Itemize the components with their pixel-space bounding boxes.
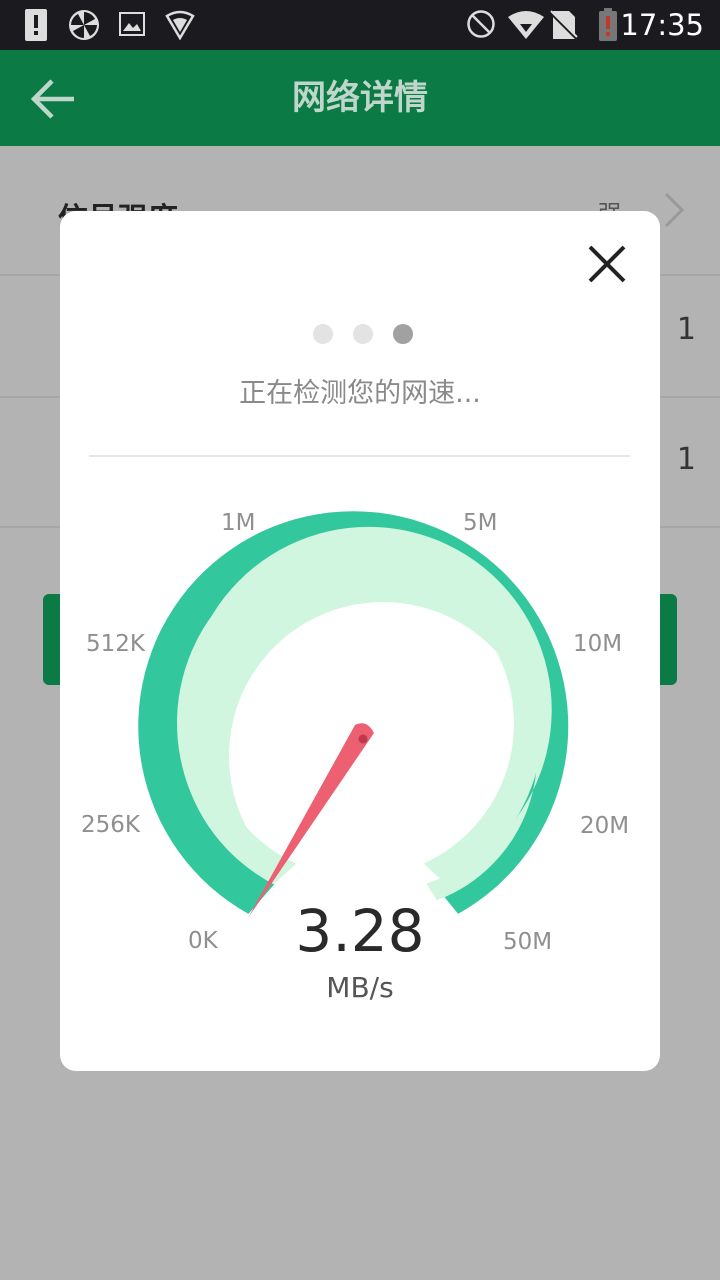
no-sim-icon — [549, 10, 579, 41]
status-bar: 17:35 — [0, 0, 720, 50]
wifi-icon — [508, 11, 544, 39]
gauge-label-10m: 10M — [573, 631, 622, 657]
speed-unit: MB/s — [326, 971, 394, 1004]
gauge-label-1m: 1M — [221, 510, 255, 536]
alert-icon — [25, 9, 47, 41]
gauge-label-256k: 256K — [81, 812, 141, 838]
do-not-disturb-icon — [467, 10, 495, 38]
row-value: 1 — [676, 442, 696, 477]
row-value: 1 — [676, 312, 696, 347]
speed-test-dialog: 正在检测您的网速... 0K 256K 512K 1M 5M 10M 20M 5… — [60, 211, 660, 1071]
gauge-needle — [248, 723, 374, 918]
page-title: 网络详情 — [292, 78, 428, 118]
image-icon — [119, 12, 145, 36]
status-time: 17:35 — [620, 8, 704, 42]
shield-wifi-icon — [165, 10, 195, 40]
back-arrow-icon[interactable] — [28, 76, 78, 122]
gauge-label-5m: 5M — [463, 510, 497, 536]
pinwheel-icon — [69, 10, 99, 40]
gauge-label-512k: 512K — [86, 631, 146, 657]
app-bar: 网络详情 — [0, 50, 720, 146]
battery-low-icon — [599, 8, 617, 41]
gauge-label-20m: 20M — [580, 813, 629, 839]
chevron-right-icon — [664, 192, 684, 228]
speed-value: 3.28 — [295, 897, 425, 965]
gauge-needle-pivot — [358, 734, 368, 744]
